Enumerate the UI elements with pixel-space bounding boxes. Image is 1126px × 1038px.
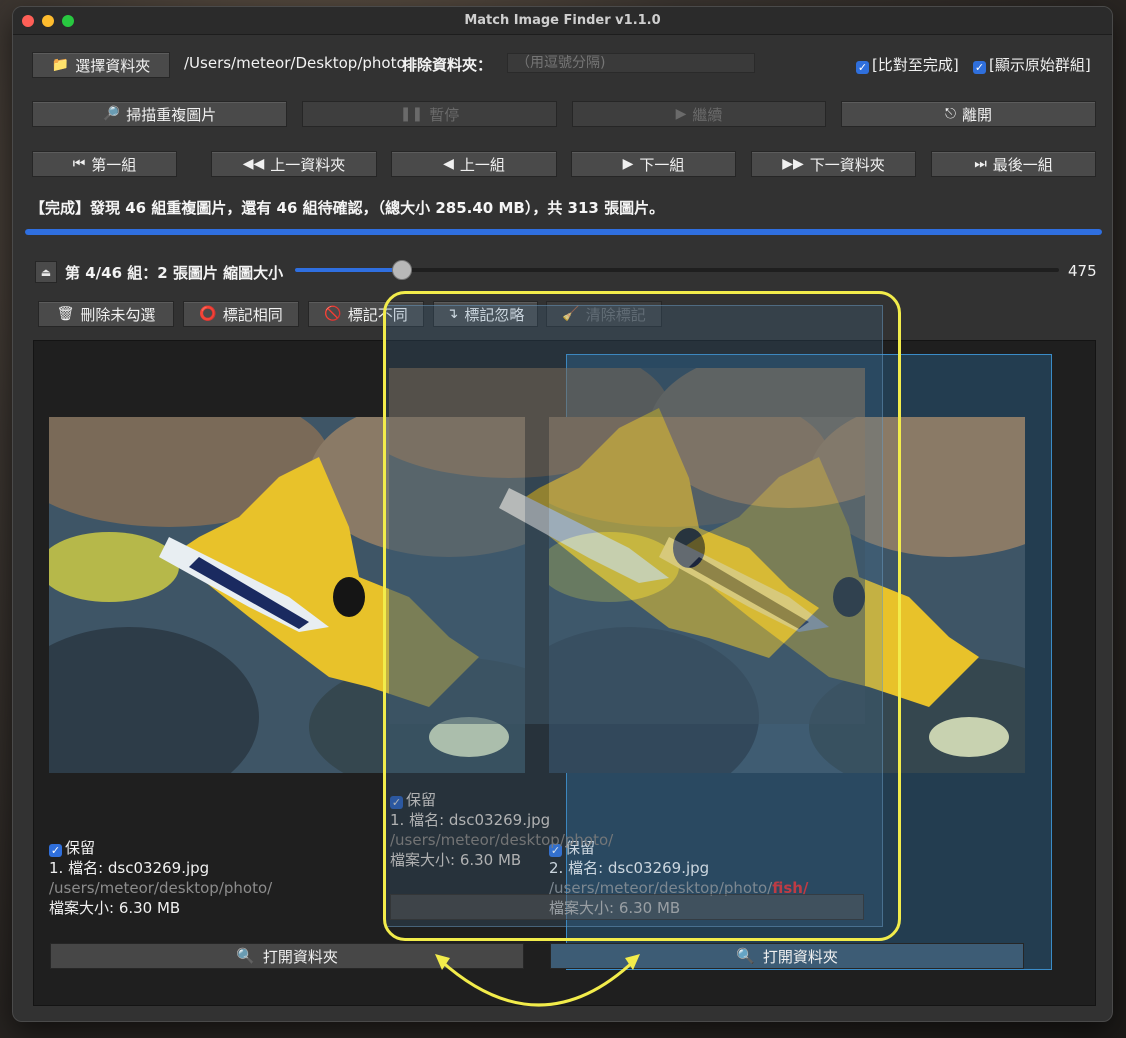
- delete-unchecked-label: 刪除未勾選: [80, 305, 156, 324]
- select-folder-label: 選擇資料夾: [75, 56, 151, 75]
- exit-button[interactable]: ⎋ 離開: [841, 101, 1096, 127]
- group-info-row: ⏏ 第 4/46 組：2 張圖片 縮圖大小: [35, 259, 283, 285]
- last-group-label: 最後一組: [992, 155, 1053, 174]
- select-folder-button[interactable]: 📁 選擇資料夾: [32, 52, 170, 78]
- exit-icon: ⎋: [944, 106, 957, 122]
- title-bar: Match Image Finder v1.1.0: [13, 7, 1112, 35]
- magnifier-icon: 🔎: [102, 106, 121, 122]
- slider-fill: [295, 268, 402, 272]
- exclude-label: 排除資料夾：: [402, 56, 493, 74]
- continue-label: 繼續: [692, 105, 723, 124]
- prev-label: 上一組: [459, 155, 505, 174]
- scan-duplicates-button[interactable]: 🔎 掃描重複圖片: [32, 101, 287, 127]
- annotation-highlight-box: [383, 291, 901, 941]
- window-title: Match Image Finder v1.1.0: [464, 13, 661, 28]
- no-entry-icon: 🚫: [324, 306, 342, 322]
- next-folder-label: 下一資料夾: [809, 155, 885, 174]
- circle-icon: ⭕: [199, 306, 217, 322]
- folder-icon: 📁: [51, 57, 70, 73]
- last-group-button[interactable]: ⏭ 最後一組: [931, 151, 1096, 177]
- status-text: 【完成】發現 46 組重複圖片，還有 46 組待確認，（總大小 285.40 M…: [30, 199, 665, 217]
- file-path: /users/meteor/desktop/photo/: [49, 879, 273, 897]
- open-folder-label: 打開資料夾: [262, 947, 338, 966]
- folder-path: /Users/meteor/Desktop/photo: [184, 54, 406, 72]
- pause-label: 暫停: [429, 105, 460, 124]
- compare-to-finish-label: [比對至完成]: [872, 56, 959, 74]
- show-original-group-label: [顯示原始群組]: [989, 56, 1091, 74]
- pause-button[interactable]: ❚❚ 暫停: [302, 101, 557, 127]
- magnifier-icon: 🔍: [736, 947, 755, 965]
- next-icon: ▶: [622, 156, 634, 172]
- image-info-1: ✓ 保留 1. 檔名: dsc03269.jpg /users/meteor/de…: [49, 838, 272, 918]
- progress-bar: [25, 229, 1102, 235]
- eject-icon[interactable]: ⏏: [35, 261, 57, 283]
- next-group-button[interactable]: ▶ 下一組: [571, 151, 736, 177]
- exclude-folders-input[interactable]: [507, 53, 755, 73]
- continue-button[interactable]: ▶ 繼續: [572, 101, 826, 127]
- swap-arrow-annotation: [435, 954, 640, 1007]
- pause-icon: ❚❚: [399, 106, 424, 122]
- prev-icon: ◀: [443, 156, 454, 172]
- checkbox-checked-icon: ✓: [856, 61, 869, 74]
- compare-to-finish-checkbox[interactable]: ✓ [比對至完成]: [856, 54, 959, 75]
- prev-folder-label: 上一資料夾: [270, 155, 346, 174]
- slider-knob[interactable]: [391, 260, 412, 280]
- delete-unchecked-button[interactable]: 🗑 刪除未勾選: [38, 301, 174, 327]
- first-group-button[interactable]: ⏮ 第一組: [32, 151, 177, 177]
- prev-group-button[interactable]: ◀ 上一組: [391, 151, 557, 177]
- scan-label: 掃描重複圖片: [126, 105, 217, 124]
- group-label: 第 4/46 組：2 張圖片 縮圖大小: [65, 263, 284, 282]
- magnifier-icon: 🔍: [236, 947, 255, 965]
- keep-label: 保留: [65, 839, 96, 857]
- next-label: 下一組: [639, 155, 685, 174]
- app-window: Match Image Finder v1.1.0 📁 選擇資料夾 /Users…: [12, 6, 1113, 1022]
- progress-fill: [25, 229, 1102, 235]
- first-group-label: 第一組: [91, 155, 137, 174]
- open-folder-label: 打開資料夾: [762, 947, 838, 966]
- mark-same-button[interactable]: ⭕ 標記相同: [183, 301, 299, 327]
- show-original-group-checkbox[interactable]: ✓ [顯示原始群組]: [973, 54, 1091, 75]
- exit-label: 離開: [962, 105, 993, 124]
- filename: 1. 檔名: dsc03269.jpg: [49, 859, 210, 877]
- rewind-icon: ◀◀: [242, 156, 265, 172]
- play-icon: ▶: [675, 106, 687, 122]
- next-folder-button[interactable]: ▶▶ 下一資料夾: [751, 151, 916, 177]
- skip-last-icon: ⏭: [974, 156, 987, 172]
- keep-checkbox-1[interactable]: ✓ 保留: [49, 838, 272, 858]
- checkbox-checked-icon: ✓: [49, 844, 62, 857]
- skip-first-icon: ⏮: [72, 156, 86, 172]
- fast-forward-icon: ▶▶: [782, 156, 804, 172]
- trash-icon: 🗑: [56, 306, 75, 322]
- prev-folder-button[interactable]: ◀◀ 上一資料夾: [211, 151, 377, 177]
- mark-same-label: 標記相同: [222, 305, 283, 324]
- file-size: 檔案大小: 6.30 MB: [49, 899, 181, 917]
- checkbox-checked-icon: ✓: [973, 61, 986, 74]
- thumb-size-value: 475: [1068, 262, 1097, 280]
